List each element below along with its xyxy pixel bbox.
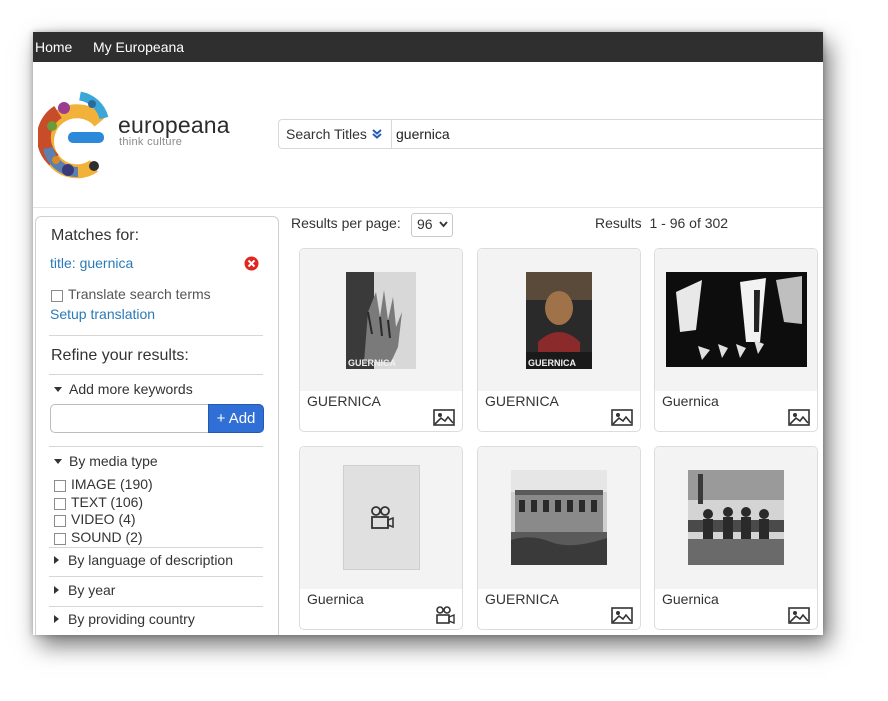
year-toggle[interactable]: By year	[54, 582, 115, 598]
result-title[interactable]: Guernica	[662, 591, 719, 607]
divider	[49, 374, 263, 375]
language-label: By language of description	[68, 552, 233, 568]
triangle-right-icon	[54, 615, 59, 624]
nav-my-europeana-link[interactable]: My Europeana	[93, 39, 184, 55]
result-title[interactable]: Guernica	[307, 591, 364, 607]
image-icon	[433, 409, 455, 426]
search-bar: Search Titles guernica	[278, 119, 823, 149]
result-card[interactable]: GUERNICA	[477, 446, 641, 630]
media-type-toggle[interactable]: By media type	[54, 453, 158, 469]
video-icon	[436, 606, 455, 624]
top-nav-bar: Home My Europeana	[33, 32, 823, 62]
language-toggle[interactable]: By language of description	[54, 552, 233, 568]
triangle-down-icon	[54, 386, 62, 392]
result-title[interactable]: GUERNICA	[485, 591, 559, 607]
nav-home-link[interactable]: Home	[35, 39, 72, 55]
result-title[interactable]: Guernica	[662, 393, 719, 409]
results-per-page-select[interactable]: 96	[411, 213, 453, 237]
media-checkbox-text[interactable]	[54, 498, 66, 510]
media-option-label: IMAGE (190)	[71, 476, 153, 492]
year-label: By year	[68, 582, 116, 598]
logo-tagline: think culture	[119, 136, 183, 148]
result-card[interactable]: GUERNICA GUERNICA	[477, 248, 641, 432]
media-checkbox-sound[interactable]	[54, 533, 66, 545]
add-keywords-label: Add more keywords	[69, 381, 193, 397]
triangle-right-icon	[54, 556, 59, 565]
result-title[interactable]: GUERNICA	[485, 393, 559, 409]
remove-filter-icon[interactable]	[244, 256, 259, 271]
triangle-right-icon	[54, 586, 59, 595]
divider	[49, 335, 263, 336]
match-term-link[interactable]: title: guernica	[50, 255, 133, 271]
results-per-page-value: 96	[417, 216, 433, 232]
image-icon	[611, 409, 633, 426]
media-option-label: VIDEO (4)	[71, 511, 136, 527]
results-per-page-label: Results per page:	[291, 215, 401, 231]
thumbnail-image[interactable]: GUERNICA	[346, 272, 416, 369]
poster-caption: GUERNICA	[348, 358, 397, 368]
media-checkbox-video[interactable]	[54, 515, 66, 527]
country-toggle[interactable]: By providing country	[54, 611, 195, 627]
result-card[interactable]: Guernica	[654, 446, 818, 630]
divider	[49, 547, 263, 548]
setup-translation-link[interactable]: Setup translation	[50, 306, 155, 322]
image-icon	[788, 409, 810, 426]
divider	[49, 606, 263, 607]
thumbnail-image[interactable]	[511, 470, 607, 565]
translate-checkbox[interactable]	[51, 290, 63, 302]
keyword-input[interactable]	[50, 404, 210, 433]
divider	[49, 576, 263, 577]
thumbnail-image[interactable]: GUERNICA	[526, 272, 592, 369]
add-keywords-toggle[interactable]: Add more keywords	[54, 381, 193, 397]
thumbnail-image[interactable]	[688, 470, 784, 565]
divider	[49, 446, 263, 447]
results-range: 1 - 96 of 302	[649, 215, 729, 231]
double-chevron-down-icon	[372, 129, 382, 139]
results-label: Results	[595, 215, 642, 231]
thumbnail-image[interactable]	[666, 272, 807, 367]
search-type-dropdown[interactable]: Search Titles	[279, 120, 392, 148]
results-count-label: Results 1 - 96 of 302	[595, 215, 728, 231]
poster-caption: GUERNICA	[528, 358, 577, 368]
triangle-down-icon	[54, 458, 62, 464]
matches-heading: Matches for:	[51, 227, 140, 244]
search-type-label: Search Titles	[286, 126, 367, 142]
refine-heading: Refine your results:	[51, 347, 189, 364]
video-camera-icon	[371, 506, 394, 529]
country-label: By providing country	[68, 611, 195, 627]
video-placeholder[interactable]	[343, 465, 420, 570]
result-card[interactable]: Guernica	[654, 248, 818, 432]
refine-sidebar: Matches for: title: guernica Translate s…	[35, 216, 279, 635]
result-card[interactable]: Guernica	[299, 446, 463, 630]
logo-wordmark: europeana	[118, 112, 230, 138]
europeana-logo-icon[interactable]	[38, 90, 110, 185]
media-option-label: TEXT (106)	[71, 494, 144, 510]
search-input[interactable]: guernica	[396, 126, 450, 142]
media-type-label: By media type	[69, 453, 158, 469]
translate-label: Translate search terms	[68, 286, 211, 302]
media-checkbox-image[interactable]	[54, 480, 66, 492]
chevron-down-icon	[439, 221, 448, 228]
result-card[interactable]: GUERNICA GUERNICA	[299, 248, 463, 432]
image-icon	[788, 607, 810, 624]
image-icon	[611, 607, 633, 624]
result-title[interactable]: GUERNICA	[307, 393, 381, 409]
media-option-label: SOUND (2)	[71, 529, 143, 545]
browser-window: Home My Europeana europeana think cultur…	[33, 32, 823, 635]
add-keyword-button[interactable]: + Add	[208, 404, 264, 433]
header-divider	[33, 207, 823, 208]
